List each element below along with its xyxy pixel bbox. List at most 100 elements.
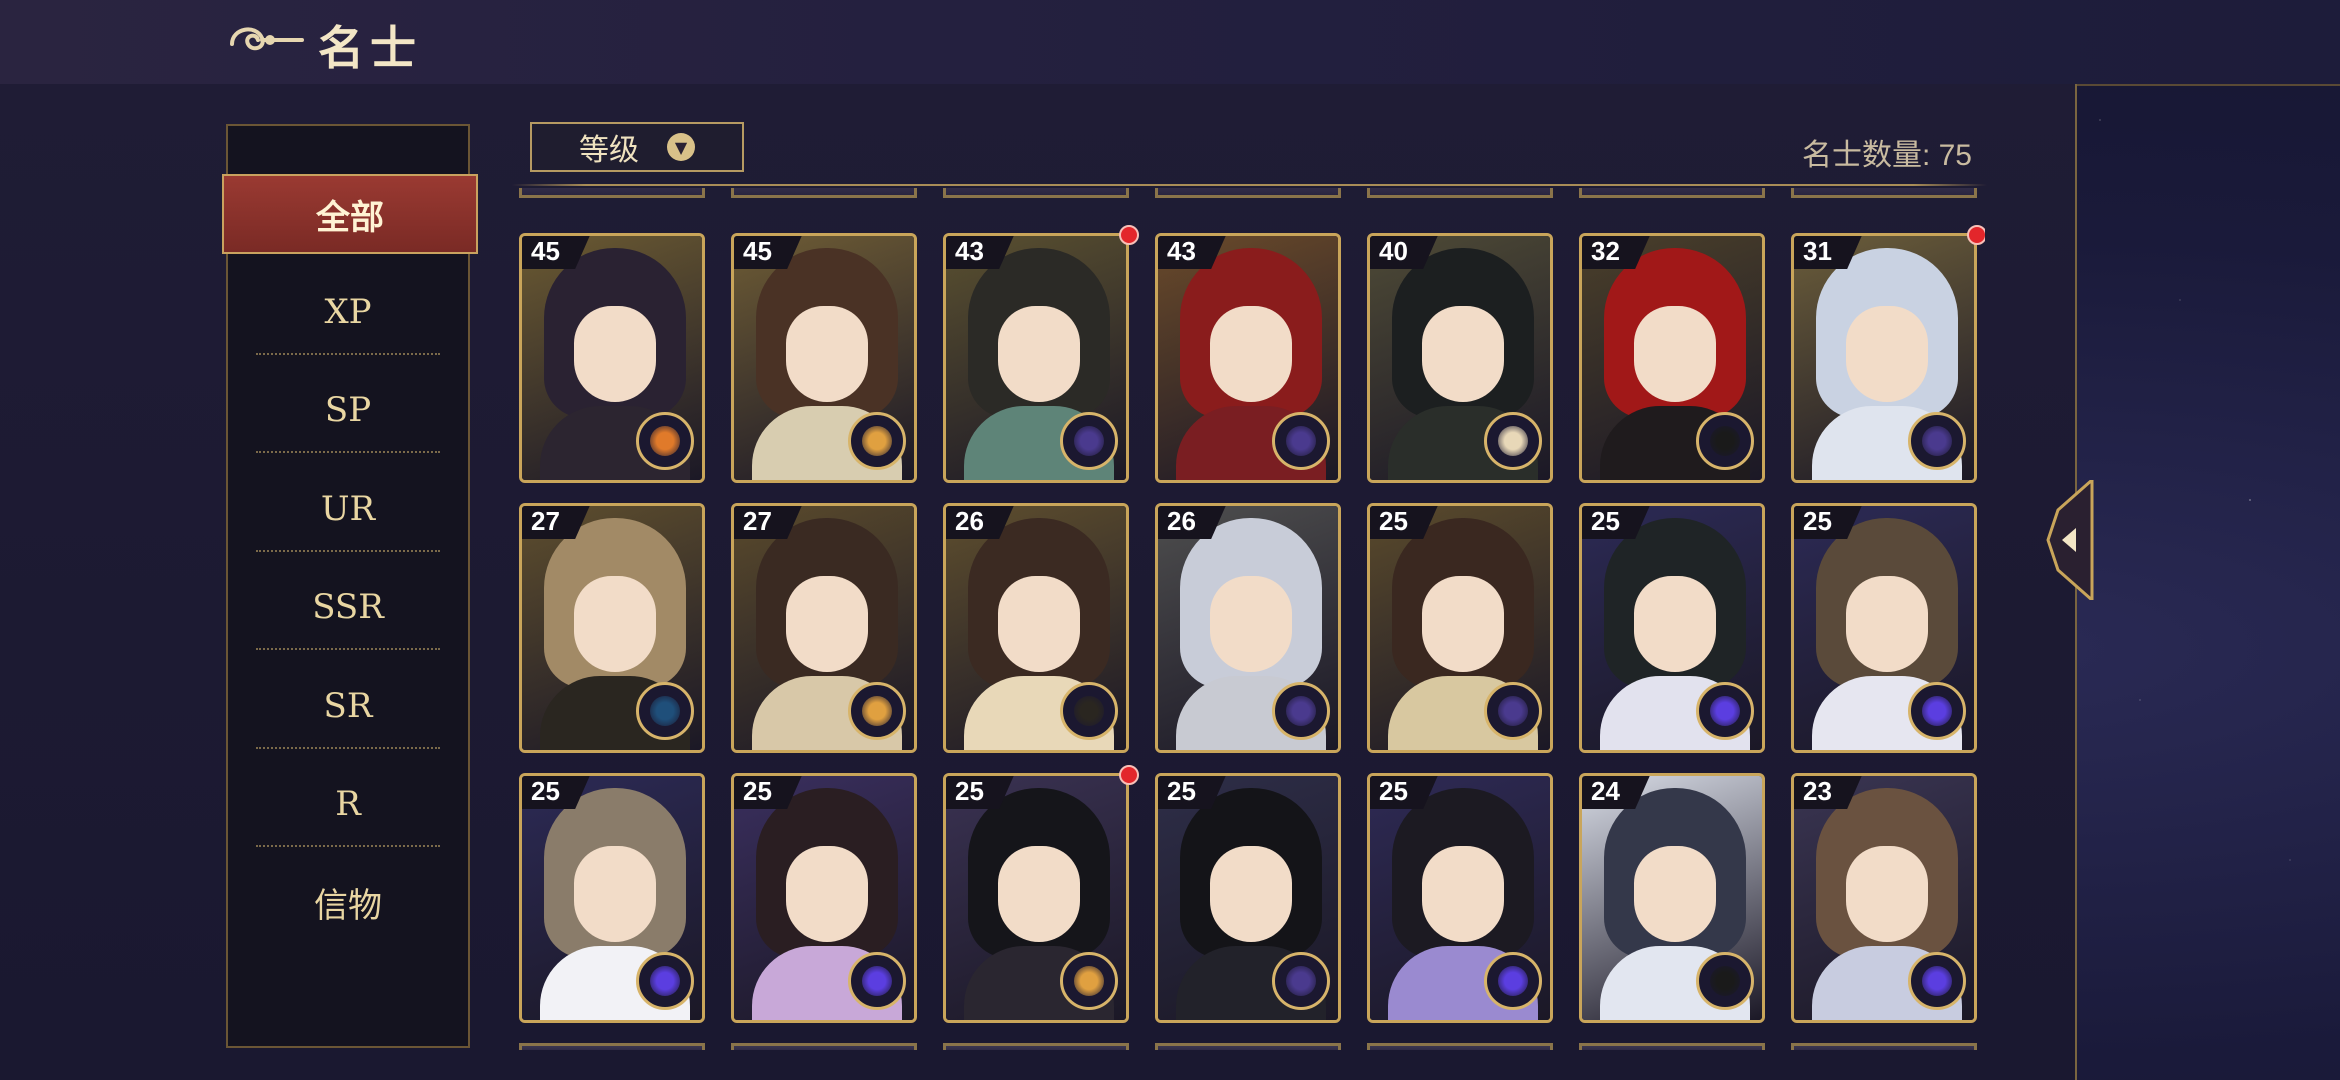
portrait-face xyxy=(998,576,1080,672)
badge-core xyxy=(862,696,892,726)
portrait-face xyxy=(786,846,868,942)
hero-card[interactable]: 26 xyxy=(1155,503,1341,753)
hero-card[interactable]: 31 xyxy=(1791,233,1977,483)
sidebar-item-label: SR xyxy=(323,686,373,726)
hero-card[interactable]: 45 xyxy=(519,233,705,483)
moon-badge-icon xyxy=(1272,952,1330,1010)
hero-count: 名士数量: 75 xyxy=(1801,139,1972,172)
portrait-face xyxy=(1422,846,1504,942)
sidebar-item-ssr[interactable]: SSR xyxy=(228,564,468,650)
sort-label: 等级 xyxy=(579,133,639,168)
divider xyxy=(256,451,440,453)
rarity-sidebar: 全部 XP SP UR SSR SR R 信物 xyxy=(222,124,478,1048)
sidebar-item-label: R xyxy=(335,784,361,824)
badge-core xyxy=(1710,696,1740,726)
badge-core xyxy=(650,426,680,456)
hero-card[interactable]: 27 xyxy=(731,503,917,753)
sidebar-item-label: 信物 xyxy=(314,885,382,926)
top-header-bar: 名士 xyxy=(0,0,2340,86)
sidebar-item-tokens[interactable]: 信物 xyxy=(228,859,468,945)
hero-card[interactable]: 26 xyxy=(943,503,1129,753)
chevron-down-icon: ▼ xyxy=(667,133,695,161)
hero-card[interactable]: 24 xyxy=(1579,773,1765,1023)
orb-badge-icon xyxy=(1908,682,1966,740)
badge-core xyxy=(862,426,892,456)
hero-card[interactable]: 43 xyxy=(1155,233,1341,483)
hero-card[interactable]: 25 xyxy=(731,773,917,1023)
cloud-ornament-icon[interactable] xyxy=(226,18,306,62)
hero-card-partial xyxy=(1367,1043,1553,1050)
portrait-face xyxy=(998,846,1080,942)
hero-card-partial xyxy=(943,1043,1129,1050)
portrait-face xyxy=(1210,306,1292,402)
notification-dot xyxy=(1119,225,1139,245)
badge-core xyxy=(1498,966,1528,996)
hero-grid[interactable]: 45 45 43 43 40 32 31 27 27 26 26 25 25 25 25 25 25 25 25 24… xyxy=(515,188,1985,1050)
badge-core xyxy=(1710,966,1740,996)
sidebar-item-label: SSR xyxy=(312,587,384,627)
badge-core xyxy=(1710,426,1740,456)
divider xyxy=(256,550,440,552)
notification-dot xyxy=(1967,225,1985,245)
collapse-tab-icon[interactable] xyxy=(2044,480,2094,600)
sun-badge-icon xyxy=(1060,952,1118,1010)
header-divider xyxy=(512,184,1987,186)
hero-card-partial xyxy=(1791,188,1977,198)
badge-core xyxy=(1922,966,1952,996)
portrait-face xyxy=(574,576,656,672)
sun-badge-icon xyxy=(848,412,906,470)
badge-core xyxy=(1286,696,1316,726)
orb-badge-icon xyxy=(848,952,906,1010)
notification-dot xyxy=(1119,765,1139,785)
sidebar-item-r[interactable]: R xyxy=(228,761,468,847)
divider xyxy=(256,845,440,847)
orb-badge-icon xyxy=(636,952,694,1010)
portrait-face xyxy=(1846,576,1928,672)
badge-core xyxy=(650,696,680,726)
portrait-face xyxy=(786,576,868,672)
hero-card[interactable]: 25 xyxy=(519,773,705,1023)
hero-card-partial xyxy=(519,1043,705,1050)
portrait-face xyxy=(1634,306,1716,402)
orb-badge-icon xyxy=(1908,952,1966,1010)
hero-card-partial xyxy=(1579,1043,1765,1050)
hero-card-partial xyxy=(1367,188,1553,198)
hero-card[interactable]: 32 xyxy=(1579,233,1765,483)
hero-card-partial xyxy=(731,1043,917,1050)
hero-card[interactable]: 25 xyxy=(1155,773,1341,1023)
divider xyxy=(256,747,440,749)
hero-card[interactable]: 43 xyxy=(943,233,1129,483)
hero-card[interactable]: 45 xyxy=(731,233,917,483)
hero-card-partial xyxy=(519,188,705,198)
sidebar-item-label: XP xyxy=(324,292,372,332)
eye-badge-icon xyxy=(1696,412,1754,470)
hero-card[interactable]: 25 xyxy=(1367,773,1553,1023)
hero-card[interactable]: 25 xyxy=(1367,503,1553,753)
sidebar-item-ur[interactable]: UR xyxy=(228,466,468,552)
sort-dropdown[interactable]: 等级 ▼ xyxy=(530,122,744,172)
sidebar-item-all[interactable]: 全部 xyxy=(222,174,478,254)
hero-card-partial xyxy=(1791,1043,1977,1050)
badge-core xyxy=(1922,426,1952,456)
hero-card[interactable]: 27 xyxy=(519,503,705,753)
hero-card[interactable]: 25 xyxy=(943,773,1129,1023)
badge-core xyxy=(1286,966,1316,996)
hero-card[interactable]: 40 xyxy=(1367,233,1553,483)
portrait-face xyxy=(786,306,868,402)
sun-badge-icon xyxy=(1484,412,1542,470)
portrait-face xyxy=(574,846,656,942)
hero-card[interactable]: 23 xyxy=(1791,773,1977,1023)
sidebar-item-sr[interactable]: SR xyxy=(228,663,468,749)
moon-badge-icon xyxy=(1484,682,1542,740)
orb-badge-icon xyxy=(1696,682,1754,740)
badge-core xyxy=(1498,696,1528,726)
portrait-face xyxy=(574,306,656,402)
sidebar-item-sp[interactable]: SP xyxy=(228,367,468,453)
sidebar-item-xp[interactable]: XP xyxy=(228,269,468,355)
hero-card[interactable]: 25 xyxy=(1791,503,1977,753)
portrait-face xyxy=(1846,306,1928,402)
portrait-face xyxy=(1422,306,1504,402)
moon-badge-icon xyxy=(1060,412,1118,470)
hero-card[interactable]: 25 xyxy=(1579,503,1765,753)
divider xyxy=(256,648,440,650)
